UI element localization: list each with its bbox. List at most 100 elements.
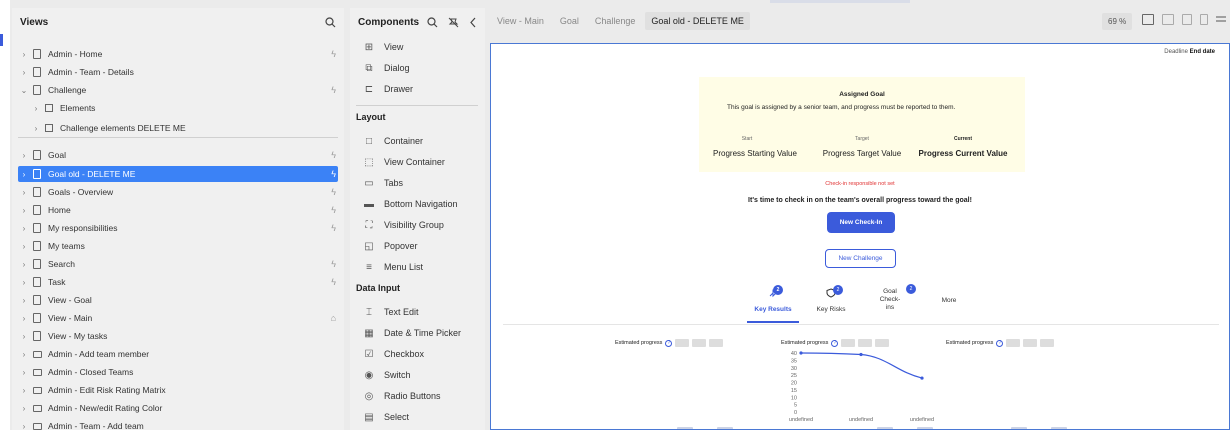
view-item[interactable]: ⌄ Challenge ϟ <box>18 82 338 98</box>
control-dropdown[interactable] <box>1006 339 1021 347</box>
zoom-level[interactable]: 69 % <box>1102 13 1133 30</box>
chevron-right-icon[interactable]: › <box>18 278 30 287</box>
desktop-icon[interactable] <box>1142 14 1154 25</box>
chevron-right-icon[interactable]: › <box>18 260 30 269</box>
chevron-right-icon[interactable]: › <box>18 242 30 251</box>
view-item[interactable]: › Goal ϟ <box>18 147 338 163</box>
chevron-right-icon[interactable]: › <box>18 68 30 77</box>
more-options-icon[interactable] <box>1216 14 1226 25</box>
chevron-right-icon[interactable]: › <box>18 188 30 197</box>
new-challenge-button[interactable]: New Challenge <box>825 249 896 268</box>
view-item[interactable]: › View - My tasks <box>18 328 338 344</box>
chevron-right-icon[interactable]: › <box>30 124 42 133</box>
breadcrumb-challenge[interactable]: Challenge <box>595 16 636 26</box>
tab-key-results[interactable]: 2 Key Results <box>751 285 795 313</box>
tab-goal-checkins[interactable]: 2 Goal Check-ins <box>877 284 916 312</box>
breadcrumb-current[interactable]: Goal old - DELETE ME <box>645 12 750 30</box>
x-tick-label: undefined <box>849 417 873 423</box>
date-time-picker-icon: ▦ <box>364 327 374 339</box>
view-item-label: Admin - Add team member <box>48 349 150 359</box>
breadcrumb-view-main[interactable]: View - Main <box>497 16 544 26</box>
component-text-edit[interactable]: ⌶ Text Edit <box>362 303 419 321</box>
chevron-right-icon[interactable]: › <box>18 350 30 359</box>
component-menu-list[interactable]: ≡ Menu List <box>362 258 423 276</box>
lightning-icon: ϟ <box>331 205 336 215</box>
chevron-right-icon[interactable]: › <box>30 104 42 113</box>
view-item[interactable]: › View - Main ⌂ <box>18 310 338 326</box>
view-item[interactable]: › Task ϟ <box>18 274 338 290</box>
view-item[interactable]: › My teams <box>18 238 338 254</box>
component-select[interactable]: ▤ Select <box>362 408 409 426</box>
chevron-right-icon[interactable]: › <box>18 206 30 215</box>
chevron-right-icon[interactable]: › <box>18 151 30 160</box>
component-date-time-picker[interactable]: ▦ Date & Time Picker <box>362 324 461 342</box>
breadcrumb-goal[interactable]: Goal <box>560 16 579 26</box>
component-popover[interactable]: ◱ Popover <box>362 237 417 255</box>
mobile-icon[interactable] <box>1200 14 1208 25</box>
component-label: Select <box>384 412 410 422</box>
view-item[interactable]: › Goal old - DELETE ME ϟ <box>18 166 338 182</box>
view-item[interactable]: › Admin - Team - Details <box>18 64 338 80</box>
view-item[interactable]: › My responsibilities ϟ <box>18 220 338 236</box>
chevron-right-icon[interactable]: › <box>18 422 30 430</box>
view-item[interactable]: › Admin - Closed Teams <box>18 364 338 380</box>
page-icon <box>33 313 41 323</box>
view-item[interactable]: › Admin - Team - Add team <box>18 418 338 430</box>
chevron-right-icon[interactable]: › <box>18 404 30 413</box>
view-item[interactable]: › Home ϟ <box>18 202 338 218</box>
control-dropdown[interactable] <box>875 339 890 347</box>
search-icon[interactable] <box>427 16 438 28</box>
page-icon <box>33 295 41 305</box>
control-dropdown[interactable] <box>841 339 856 347</box>
tab-more[interactable]: More <box>937 297 961 304</box>
chevron-right-icon[interactable]: › <box>18 170 30 179</box>
control-dropdown[interactable] <box>709 339 724 347</box>
help-icon[interactable]: ? <box>996 339 1004 347</box>
control-dropdown[interactable] <box>858 339 873 347</box>
view-item[interactable]: › Elements <box>18 100 338 116</box>
view-item[interactable]: › Admin - Home ϟ <box>18 46 338 62</box>
component-checkbox[interactable]: ☑ Checkbox <box>362 345 425 363</box>
tab-key-risks[interactable]: 2 Key Risks <box>809 285 853 313</box>
collapse-panel-icon[interactable] <box>469 17 477 28</box>
chevron-right-icon[interactable]: › <box>18 368 30 377</box>
component-tabs[interactable]: ▭ Tabs <box>362 174 403 192</box>
component-dialog[interactable]: ⧉ Dialog <box>362 59 409 77</box>
chevron-right-icon[interactable]: › <box>18 314 30 323</box>
help-icon[interactable]: ? <box>665 339 673 347</box>
control-dropdown[interactable] <box>1040 339 1055 347</box>
view-item[interactable]: › Challenge elements DELETE ME <box>18 120 338 136</box>
tab-label: Key Results <box>754 306 792 313</box>
laptop-icon[interactable] <box>1162 14 1174 25</box>
view-item[interactable]: › Admin - Add team member <box>18 346 338 362</box>
page-icon <box>33 150 41 160</box>
component-view-container[interactable]: ⬚ View Container <box>362 153 445 171</box>
control-dropdown[interactable] <box>1023 339 1038 347</box>
chevron-right-icon[interactable]: › <box>18 50 30 59</box>
view-item[interactable]: › View - Goal <box>18 292 338 308</box>
view-item[interactable]: › Admin - Edit Risk Rating Matrix <box>18 382 338 398</box>
chevron-right-icon[interactable]: › <box>18 332 30 341</box>
component-switch[interactable]: ◉ Switch <box>362 366 411 384</box>
view-item[interactable]: › Admin - New/edit Rating Color <box>18 400 338 416</box>
chevron-right-icon[interactable]: › <box>18 224 30 233</box>
control-dropdown[interactable] <box>675 339 690 347</box>
component-drawer[interactable]: ⊏ Drawer <box>362 80 413 98</box>
search-icon[interactable] <box>325 16 336 28</box>
component-container[interactable]: □ Container <box>362 132 423 150</box>
component-view[interactable]: ⊞ View <box>362 38 404 56</box>
chevron-right-icon[interactable]: › <box>18 386 30 395</box>
component-bottom-navigation[interactable]: ▬ Bottom Navigation <box>362 195 458 213</box>
component-radio-buttons[interactable]: ◎ Radio Buttons <box>362 387 441 405</box>
chevron-down-icon[interactable]: ⌄ <box>18 86 30 95</box>
new-checkin-button[interactable]: New Check-In <box>827 212 895 233</box>
page-icon <box>33 187 41 197</box>
help-icon[interactable]: ? <box>831 339 839 347</box>
control-dropdown[interactable] <box>692 339 707 347</box>
view-item[interactable]: › Goals - Overview ϟ <box>18 184 338 200</box>
tablet-icon[interactable] <box>1182 14 1192 25</box>
unpin-icon[interactable] <box>448 17 459 28</box>
view-item[interactable]: › Search ϟ <box>18 256 338 272</box>
chevron-right-icon[interactable]: › <box>18 296 30 305</box>
component-visibility-group[interactable]: ⛶ Visibility Group <box>362 216 444 234</box>
